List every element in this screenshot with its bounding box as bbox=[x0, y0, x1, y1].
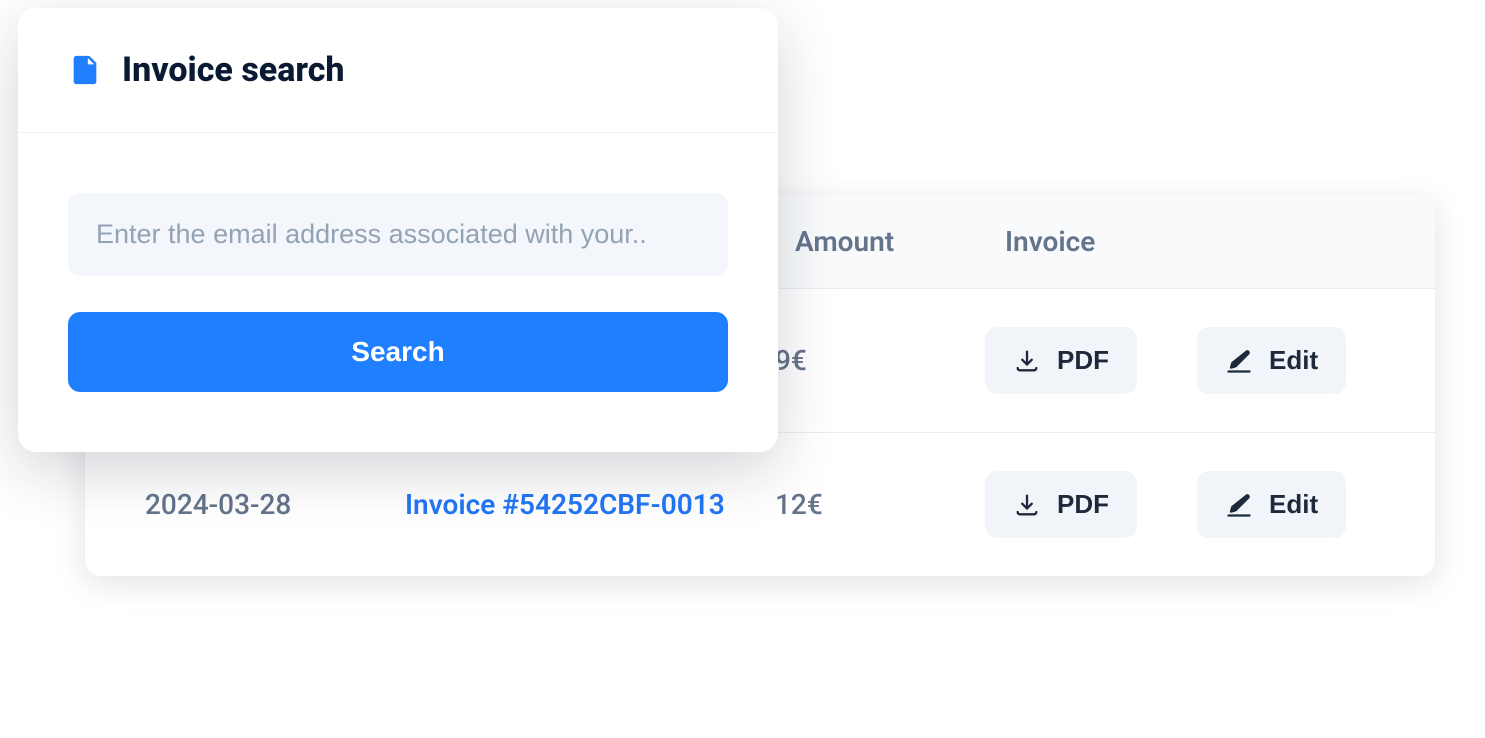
search-card: Invoice search Search bbox=[18, 8, 778, 452]
table-row: 2024-03-28 Invoice #54252CBF-0013 12€ PD… bbox=[85, 433, 1435, 576]
download-icon bbox=[1013, 491, 1041, 519]
pdf-label: PDF bbox=[1057, 345, 1109, 376]
download-icon bbox=[1013, 347, 1041, 375]
search-header: Invoice search bbox=[18, 8, 778, 133]
invoice-icon bbox=[68, 53, 102, 87]
edit-button[interactable]: Edit bbox=[1197, 327, 1346, 394]
cell-date: 2024-03-28 bbox=[125, 488, 405, 521]
edit-icon bbox=[1225, 347, 1253, 375]
search-body: Search bbox=[18, 133, 778, 452]
cell-amount: 12€ bbox=[775, 488, 985, 521]
pdf-button[interactable]: PDF bbox=[985, 327, 1137, 394]
edit-label: Edit bbox=[1269, 345, 1318, 376]
cell-actions: PDF Edit bbox=[985, 471, 1346, 538]
header-invoice: Invoice bbox=[1005, 225, 1095, 258]
edit-icon bbox=[1225, 491, 1253, 519]
cell-amount: 9€ bbox=[775, 344, 985, 377]
pdf-button[interactable]: PDF bbox=[985, 471, 1137, 538]
edit-button[interactable]: Edit bbox=[1197, 471, 1346, 538]
invoice-link[interactable]: Invoice #54252CBF-0013 bbox=[405, 488, 775, 521]
search-title: Invoice search bbox=[122, 50, 345, 90]
email-input[interactable] bbox=[68, 193, 728, 276]
header-amount: Amount bbox=[795, 225, 1005, 258]
edit-label: Edit bbox=[1269, 489, 1318, 520]
search-button[interactable]: Search bbox=[68, 312, 728, 392]
pdf-label: PDF bbox=[1057, 489, 1109, 520]
cell-actions: PDF Edit bbox=[985, 327, 1346, 394]
